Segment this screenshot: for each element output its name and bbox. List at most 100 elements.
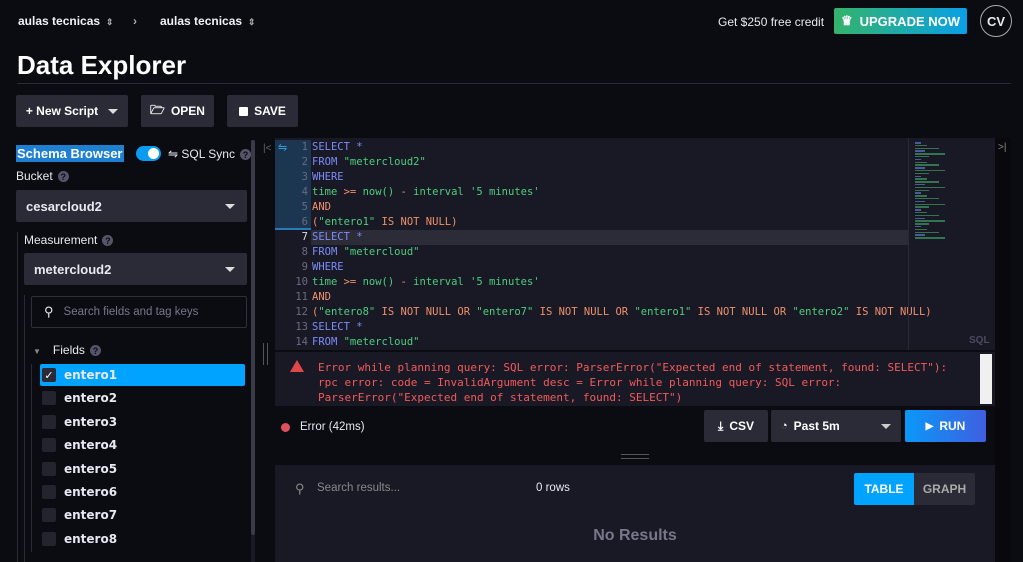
checkbox[interactable] <box>42 461 56 476</box>
field-name: entero6 <box>64 485 118 499</box>
sql-editor[interactable]: ⇋ 1 SELECT * 2 FROM "metercloud2" 3 WHERE 4 tim… <box>275 138 995 350</box>
line-number: 12 <box>295 306 308 318</box>
code-line[interactable]: ("entero1" IS NOT NULL) <box>312 215 457 230</box>
checkbox[interactable] <box>42 531 56 546</box>
checkbox[interactable] <box>42 391 56 406</box>
avatar[interactable]: CV <box>980 5 1012 37</box>
minimap-line <box>915 206 929 208</box>
minimap-line <box>915 158 921 161</box>
code-token: IS NOT NULL) <box>849 306 932 318</box>
field-item[interactable]: entero2 <box>40 387 245 409</box>
updown-icon: ⇕ <box>103 17 114 27</box>
checkbox[interactable] <box>42 438 56 453</box>
field-item[interactable]: ✓ entero1 <box>40 364 245 386</box>
field-item[interactable]: entero3 <box>40 411 245 433</box>
new-script-label: + New Script <box>25 104 99 118</box>
csv-button[interactable]: ⤓ CSV <box>704 410 768 442</box>
fields-toggle[interactable]: ▼ Fields? <box>33 343 101 357</box>
checkbox[interactable] <box>42 485 56 499</box>
field-item[interactable]: entero8 <box>40 528 245 550</box>
open-button[interactable]: 🗁 OPEN <box>141 95 214 127</box>
checkbox[interactable] <box>42 414 56 429</box>
code-line[interactable]: WHERE <box>312 260 344 275</box>
search-placeholder: Search fields and tag keys <box>63 306 199 318</box>
time-range-select[interactable]: ◔ Past 5m <box>771 410 901 442</box>
field-name: entero8 <box>64 531 118 546</box>
code-line[interactable]: SELECT * <box>312 230 363 245</box>
results-panel: ⚲ Search results... 0 rows TABLE GRAPH N… <box>275 465 995 562</box>
minimap-line <box>915 225 921 228</box>
field-item[interactable]: entero7 <box>40 504 245 526</box>
minimap-line <box>915 214 939 217</box>
fields-label: Fields <box>52 343 85 357</box>
clock-icon: ◔ <box>781 420 788 432</box>
minimap-line <box>915 164 939 166</box>
tree-line <box>31 364 32 552</box>
minimap-line <box>915 186 945 189</box>
measurement-select[interactable]: metercloud2 <box>24 253 247 285</box>
code-token: "metercloud" <box>343 336 420 348</box>
field-search-input[interactable]: ⚲ Search fields and tag keys <box>31 296 247 328</box>
minimap-line <box>915 231 939 233</box>
field-item[interactable]: entero6 <box>40 481 245 503</box>
code-line[interactable]: AND <box>312 200 331 215</box>
field-name: entero2 <box>64 391 118 406</box>
field-name: entero7 <box>64 508 118 523</box>
help-icon[interactable]: ? <box>57 171 69 183</box>
org-switcher[interactable]: aulas tecnicas ⇕ <box>18 14 113 28</box>
minimap[interactable] <box>915 142 995 242</box>
panel-resize-handle[interactable] <box>621 454 649 459</box>
code-line[interactable]: FROM "metercloud" <box>312 335 419 350</box>
resize-handle[interactable] <box>263 343 268 365</box>
table-tab[interactable]: TABLE <box>854 473 914 505</box>
field-item[interactable]: entero5 <box>40 458 245 480</box>
error-scrollbar[interactable] <box>980 354 992 404</box>
run-button[interactable]: ▶ RUN <box>905 410 986 442</box>
checkbox[interactable]: ✓ <box>42 368 56 382</box>
code-token: FROM <box>312 246 344 258</box>
caret-down-icon <box>225 203 235 209</box>
tree-line <box>17 232 18 562</box>
save-button[interactable]: SAVE <box>227 95 298 127</box>
save-label: SAVE <box>254 104 286 118</box>
line-number: 3 <box>301 171 308 183</box>
collapse-right-icon[interactable]: >| <box>995 138 1011 157</box>
line-number: 6 <box>301 216 308 228</box>
measurement-value: metercloud2 <box>34 261 112 277</box>
graph-tab[interactable]: GRAPH <box>914 473 975 505</box>
code-line[interactable]: AND <box>312 290 331 305</box>
minimap-line <box>915 223 929 225</box>
caret-down-icon <box>108 108 119 114</box>
code-line[interactable]: FROM "metercloud" <box>312 245 419 260</box>
help-icon[interactable]: ? <box>102 235 114 247</box>
status-bar: Error (42ms) ⤓ CSV ◔ Past 5m ▶ RUN <box>275 407 995 446</box>
sidebar-scrollbar[interactable] <box>251 140 255 562</box>
checkbox[interactable] <box>42 508 56 523</box>
search-icon: ⚲ <box>44 304 54 319</box>
sql-sync-toggle[interactable] <box>136 146 161 161</box>
bucket-name: aulas tecnicas <box>160 14 243 28</box>
help-icon[interactable]: ? <box>89 345 101 357</box>
minimap-line <box>915 150 925 152</box>
run-label: RUN <box>939 419 966 433</box>
tree-line <box>24 295 25 562</box>
results-search-input[interactable]: Search results... <box>317 482 400 494</box>
bucket-switcher[interactable]: aulas tecnicas ⇕ <box>160 14 255 28</box>
code-line[interactable]: ("entero8" IS NOT NULL OR "entero7" IS N… <box>312 305 932 320</box>
upgrade-button[interactable]: ♛ UPGRADE NOW <box>834 8 967 34</box>
bucket-select[interactable]: cesarcloud2 <box>16 190 247 222</box>
code-token: "entero1" <box>318 216 376 228</box>
code-line[interactable]: SELECT * <box>312 140 363 155</box>
code-line[interactable]: SELECT * <box>312 320 363 335</box>
help-icon[interactable]: ? <box>239 149 251 161</box>
code-line[interactable]: FROM "metercloud2" <box>312 155 426 170</box>
measurement-label-text: Measurement <box>24 233 98 247</box>
code-line[interactable]: time >= now() - interval '5 minutes' <box>312 275 540 290</box>
code-line[interactable]: time >= now() - interval '5 minutes' <box>312 185 540 200</box>
field-item[interactable]: entero4 <box>40 434 245 456</box>
new-script-button[interactable]: + New Script <box>16 95 128 127</box>
code-line[interactable]: WHERE <box>312 170 344 185</box>
divider <box>17 83 1011 84</box>
minimap-line <box>915 217 925 220</box>
collapse-left-icon[interactable]: |< <box>263 143 271 154</box>
